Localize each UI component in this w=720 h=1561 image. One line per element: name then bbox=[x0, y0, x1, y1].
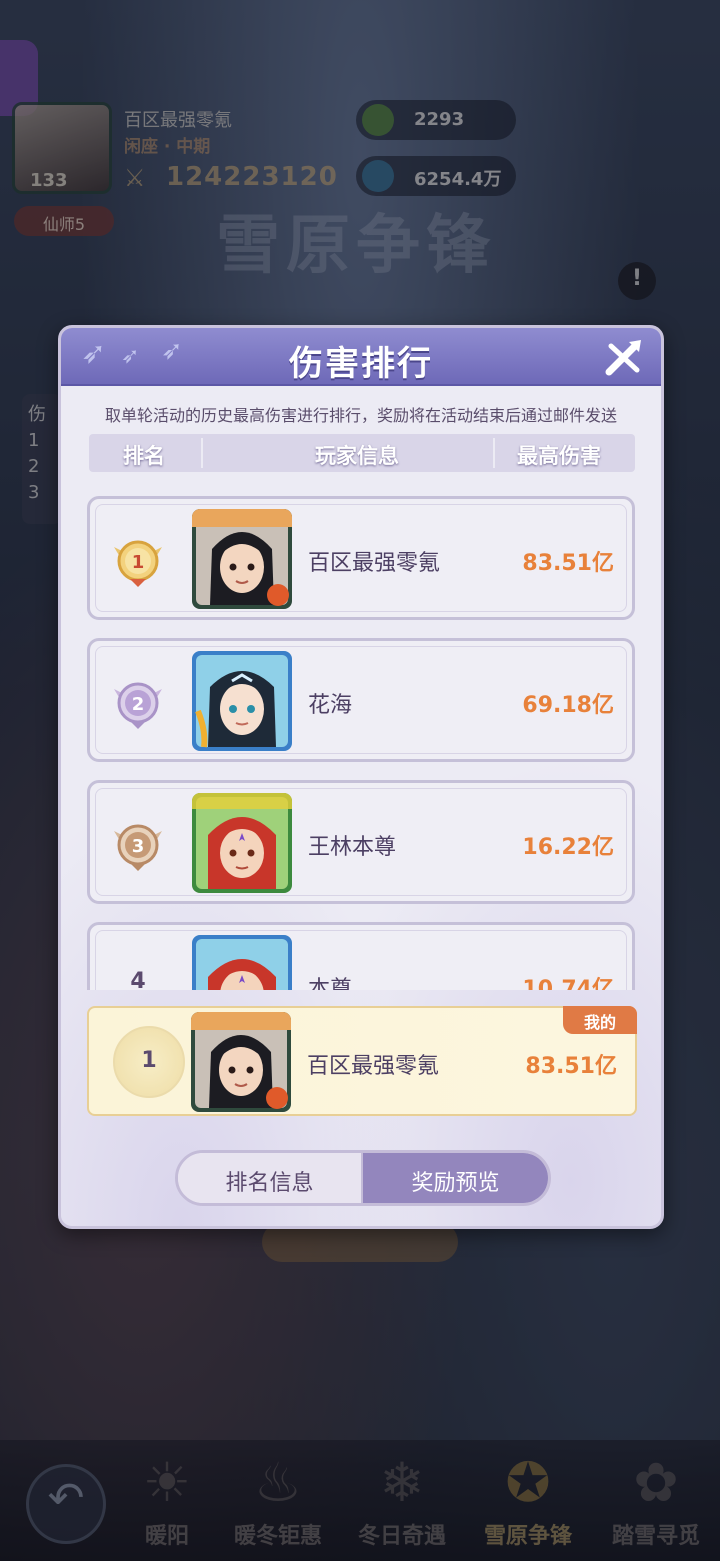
player-damage: 16.22亿 bbox=[522, 835, 614, 860]
player-avatar[interactable] bbox=[192, 935, 292, 990]
player-damage: 10.74亿 bbox=[522, 977, 614, 990]
player-name: 本尊 bbox=[308, 977, 353, 990]
modal-tabs: 排名信息 奖励预览 bbox=[175, 1150, 551, 1206]
ranking-row[interactable]: 3 王林本尊 16.22亿 bbox=[87, 780, 635, 904]
my-badge: 我的 bbox=[563, 1006, 637, 1034]
close-icon bbox=[605, 340, 641, 376]
player-damage: 69.18亿 bbox=[522, 693, 614, 718]
my-rank: 1 bbox=[113, 1026, 185, 1098]
row-rank: 4 bbox=[130, 969, 146, 990]
modal-subtitle: 取单轮活动的历史最高伤害进行排行，奖励将在活动结束后通过邮件发送 bbox=[104, 406, 617, 425]
table-header: 排名 玩家信息 最高伤害 bbox=[89, 434, 635, 472]
bronze-medal-icon: 3 bbox=[114, 824, 162, 871]
modal-title: 伤害排行 bbox=[289, 344, 433, 384]
col-max-damage: 最高伤害 bbox=[517, 444, 601, 468]
my-damage: 83.51亿 bbox=[525, 1054, 617, 1079]
my-avatar[interactable] bbox=[191, 1012, 291, 1112]
ranking-row[interactable]: 1 百区最强零氪 83.51亿 bbox=[87, 496, 635, 620]
avatar-portrait bbox=[192, 793, 292, 893]
player-name: 王林本尊 bbox=[308, 835, 397, 860]
modal-header: ➶ ➶ ➶ 伤害排行 bbox=[61, 328, 661, 386]
ranking-list[interactable]: 1 百区最强零氪 83.51亿 2 花海 69.18亿 3 王林本尊 16.22… bbox=[61, 490, 661, 990]
tab-ranking-info[interactable]: 排名信息 bbox=[178, 1153, 363, 1203]
close-button[interactable] bbox=[601, 336, 645, 380]
silver-medal-icon: 2 bbox=[114, 682, 162, 729]
divider bbox=[201, 438, 203, 468]
player-damage: 83.51亿 bbox=[522, 551, 614, 576]
player-avatar[interactable] bbox=[192, 509, 292, 609]
ranking-row[interactable]: 2 花海 69.18亿 bbox=[87, 638, 635, 762]
avatar-portrait bbox=[192, 509, 292, 609]
divider bbox=[493, 438, 495, 468]
damage-ranking-modal: ➶ ➶ ➶ 伤害排行 取单轮活动的历史最高伤害进行排行，奖励将在活动结束后通过邮… bbox=[58, 325, 664, 1229]
my-name: 百区最强零氪 bbox=[307, 1054, 440, 1079]
col-rank: 排名 bbox=[123, 444, 165, 468]
avatar-portrait bbox=[191, 1012, 291, 1112]
player-name: 百区最强零氪 bbox=[308, 551, 441, 576]
ranking-row[interactable]: 4 本尊 10.74亿 bbox=[87, 922, 635, 990]
player-avatar[interactable] bbox=[192, 651, 292, 751]
avatar-portrait bbox=[192, 935, 292, 990]
my-ranking-row[interactable]: 我的 1 百区最强零氪 83.51亿 bbox=[87, 1006, 637, 1116]
col-player-info: 玩家信息 bbox=[315, 444, 399, 468]
player-name: 花海 bbox=[308, 693, 353, 718]
avatar-portrait bbox=[192, 651, 292, 751]
gold-medal-icon: 1 bbox=[114, 540, 162, 587]
row-rank: 1 bbox=[132, 552, 145, 573]
player-avatar[interactable] bbox=[192, 793, 292, 893]
tab-reward-preview[interactable]: 奖励预览 bbox=[363, 1153, 548, 1203]
row-rank: 2 bbox=[132, 694, 145, 715]
row-rank: 3 bbox=[132, 836, 145, 857]
